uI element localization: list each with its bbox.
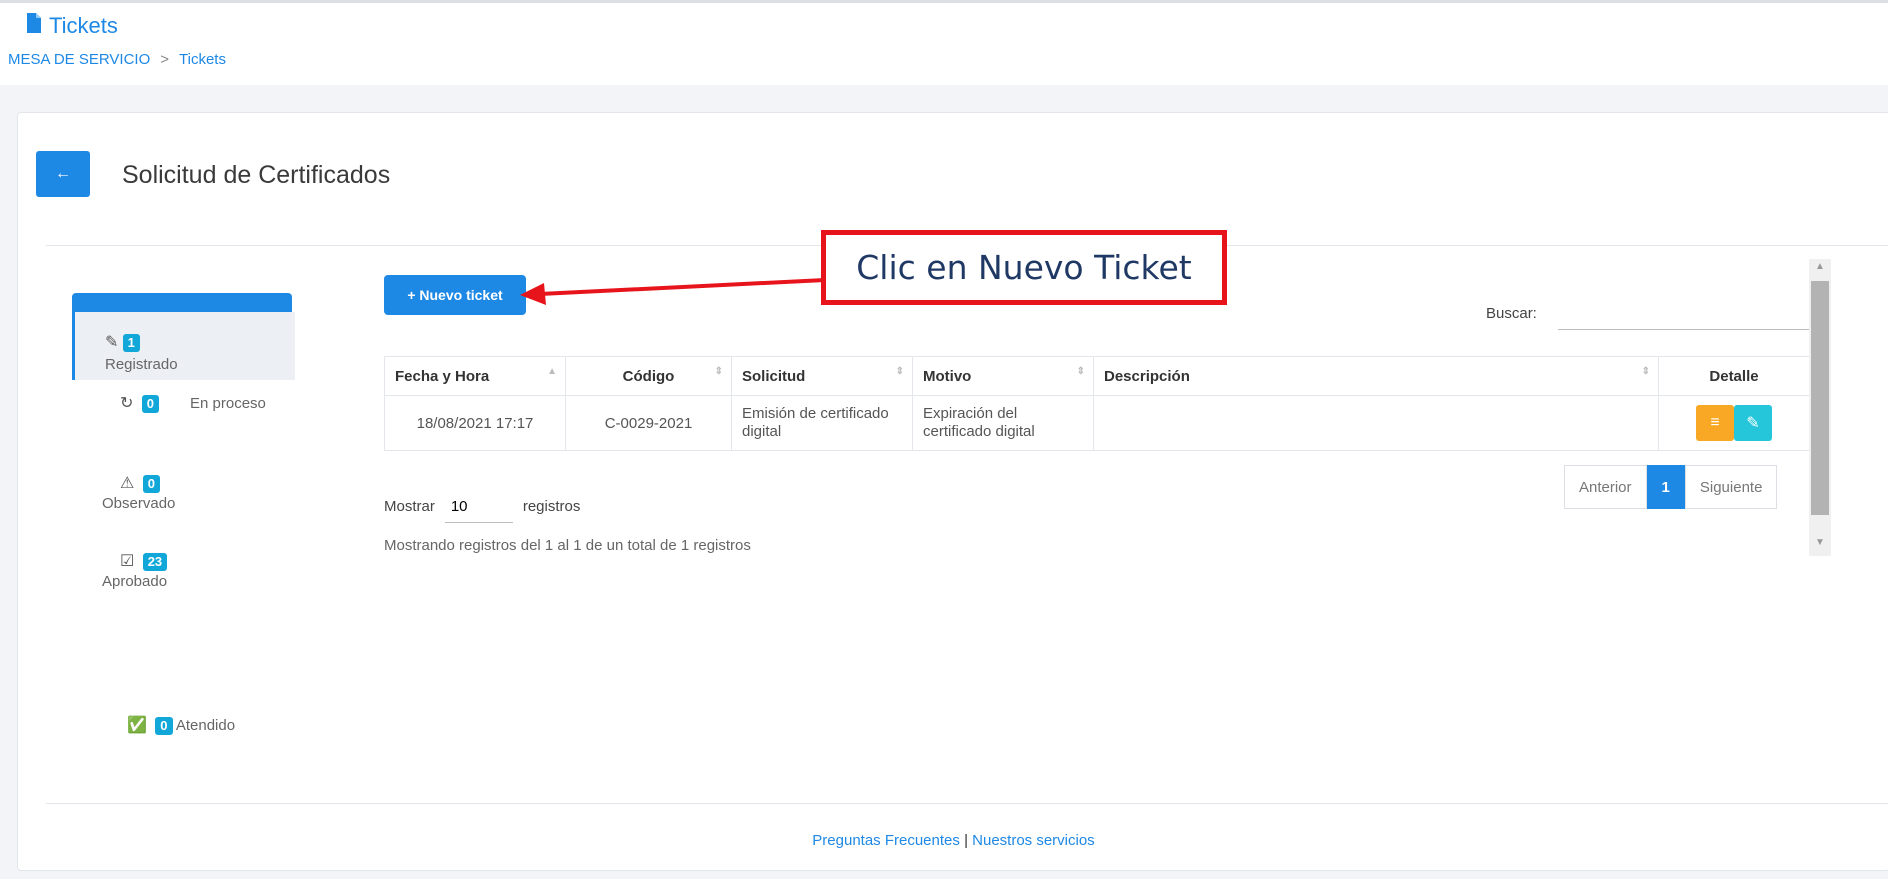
annotation-arrow-icon [520, 278, 826, 305]
footer-separator: | [964, 832, 968, 849]
column-header-descripcion[interactable]: Descripción ⇕ [1093, 356, 1659, 396]
column-header-detalle: Detalle [1658, 356, 1810, 396]
sort-icon: ⇕ [1641, 366, 1650, 377]
status-count: 0 [155, 717, 173, 735]
page-title-text: Tickets [49, 13, 118, 38]
check-square-icon: ☑ [120, 553, 135, 570]
status-aprobado[interactable]: ☑ 23 Aprobado [72, 551, 292, 601]
pagination: Anterior 1 Siguiente [1564, 465, 1778, 509]
sort-icon: ⇕ [1076, 366, 1085, 377]
show-label: Mostrar [384, 498, 435, 515]
column-header-codigo[interactable]: Código ⇕ [565, 356, 732, 396]
document-icon [25, 13, 43, 39]
edit-button[interactable]: ✎ [1734, 405, 1772, 441]
column-header-fecha[interactable]: Fecha y Hora ▲ [384, 356, 566, 396]
breadcrumb-tickets[interactable]: Tickets [179, 51, 226, 68]
page-length-input[interactable] [444, 490, 513, 523]
scroll-up-icon[interactable]: ▲ [1809, 261, 1831, 279]
status-label: Atendido [175, 717, 236, 734]
column-header-motivo[interactable]: Motivo ⇕ [912, 356, 1094, 396]
pencil-icon: ✎ [105, 334, 119, 351]
new-ticket-button[interactable]: + Nuevo ticket [384, 275, 526, 315]
page-1-button[interactable]: 1 [1646, 465, 1685, 509]
records-label: registros [522, 498, 581, 515]
checklist-icon: ✅ [127, 717, 147, 734]
divider [46, 803, 1888, 804]
sort-icon: ▲ [547, 366, 557, 377]
scrollbar[interactable]: ▲ ▼ [1809, 259, 1831, 556]
status-count: 23 [142, 553, 168, 571]
records-info: Mostrando registros del 1 al 1 de un tot… [384, 537, 751, 554]
top-bar: Tickets MESA DE SERVICIO > Tickets [0, 0, 1888, 85]
status-count: 1 [122, 334, 140, 352]
status-label: En proceso [190, 395, 266, 412]
cell-motivo: Expiración del certificado digital [912, 395, 1094, 451]
arrow-left-icon: ← [55, 165, 71, 182]
page-title: Tickets [25, 13, 118, 39]
previous-page-button[interactable]: Anterior [1564, 465, 1647, 509]
status-atendido[interactable]: ✅ 0 Atendido [72, 715, 292, 741]
status-count: 0 [142, 475, 160, 493]
status-registrado[interactable]: ✎ 1 Registrado [72, 312, 295, 380]
status-label: Observado [102, 495, 176, 512]
search-input[interactable] [1558, 293, 1828, 330]
annotation-callout: Clic en Nuevo Ticket [821, 230, 1227, 305]
page-length: Mostrar registros [384, 490, 580, 523]
pencil-icon: ✎ [1746, 415, 1760, 432]
status-label: Aprobado [102, 573, 168, 590]
cell-codigo: C-0029-2021 [565, 395, 732, 451]
breadcrumb-separator: > [160, 51, 170, 68]
view-detail-button[interactable]: ≡ [1696, 405, 1734, 441]
cell-detalle: ≡ ✎ [1658, 395, 1810, 451]
breadcrumb: MESA DE SERVICIO > Tickets [8, 51, 226, 68]
cell-fecha: 18/08/2021 17:17 [384, 395, 566, 451]
next-page-button[interactable]: Siguiente [1684, 465, 1778, 509]
card-title: Solicitud de Certificados [122, 161, 391, 189]
main-card: ← Solicitud de Certificados Refrescar ✎ … [17, 112, 1888, 871]
faq-link[interactable]: Preguntas Frecuentes [812, 832, 960, 849]
scroll-thumb[interactable] [1811, 281, 1829, 515]
tickets-table: Fecha y Hora ▲ Código ⇕ Solicitud ⇕ Motivo ⇕… [384, 356, 1810, 451]
services-link[interactable]: Nuestros servicios [972, 832, 1095, 849]
warning-icon: ⚠ [120, 475, 135, 492]
breadcrumb-mesa[interactable]: MESA DE SERVICIO [8, 51, 150, 68]
cell-descripcion [1093, 395, 1659, 451]
column-header-solicitud[interactable]: Solicitud ⇕ [731, 356, 913, 396]
status-en-proceso[interactable]: ↻ 0 En proceso [72, 393, 292, 448]
footer: Preguntas Frecuentes | Nuestros servicio… [18, 832, 1888, 849]
status-observado[interactable]: ⚠ 0 Observado [72, 473, 292, 523]
sort-icon: ⇕ [714, 366, 723, 377]
search-label: Buscar: [1486, 305, 1537, 322]
list-icon: ≡ [1710, 414, 1720, 431]
sort-icon: ⇕ [895, 366, 904, 377]
scroll-down-icon[interactable]: ▼ [1809, 537, 1831, 555]
status-label: Registrado [105, 356, 178, 373]
table-row: 18/08/2021 17:17 C-0029-2021 Emisión de … [384, 395, 1810, 451]
cell-solicitud: Emisión de certificado digital [731, 395, 913, 451]
back-button[interactable]: ← [36, 151, 90, 197]
